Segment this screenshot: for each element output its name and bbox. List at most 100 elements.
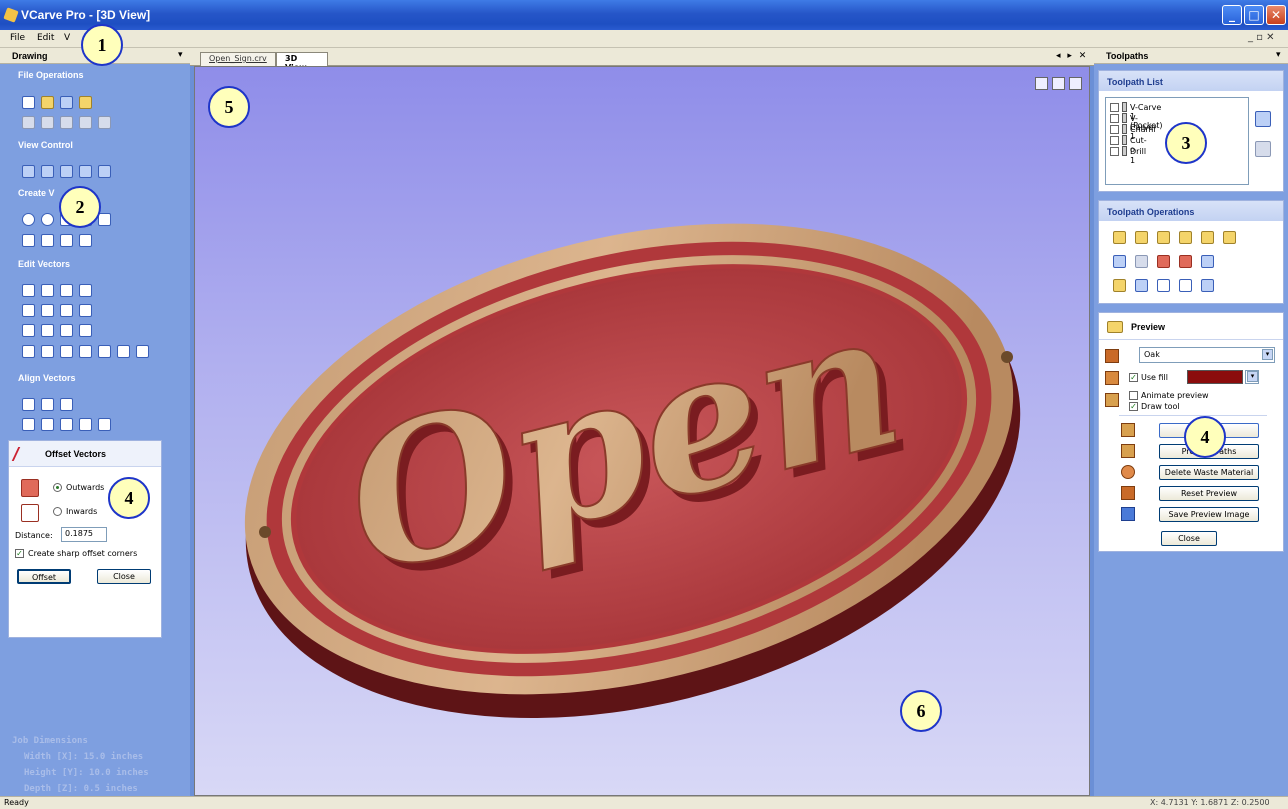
ellipse-icon[interactable] <box>41 213 54 226</box>
transform-icon[interactable] <box>60 284 73 297</box>
curve-icon[interactable] <box>98 213 111 226</box>
zoom-extents-icon[interactable] <box>1035 77 1048 90</box>
align-left-icon[interactable] <box>22 418 35 431</box>
delete-toolpath-icon[interactable] <box>1157 255 1170 268</box>
fillet-icon[interactable] <box>79 345 92 358</box>
job-setup-icon[interactable] <box>1135 279 1148 292</box>
zoom-box-icon[interactable] <box>79 165 92 178</box>
curve-fit-icon[interactable] <box>60 345 73 358</box>
cut-icon[interactable] <box>22 116 35 129</box>
animate-preview-checkbox[interactable] <box>1129 391 1138 400</box>
join-close-icon[interactable] <box>41 345 54 358</box>
weld-icon[interactable] <box>22 324 35 337</box>
draw-tool-checkbox[interactable]: ✓ <box>1129 402 1138 411</box>
nest-icon[interactable] <box>136 345 149 358</box>
pan-icon[interactable] <box>22 165 35 178</box>
new-file-icon[interactable] <box>22 96 35 109</box>
tab-3d-view[interactable]: 3D View <box>276 52 328 72</box>
view-axis-icon[interactable] <box>1069 77 1082 90</box>
tab-controls[interactable]: ◂ ▸ ✕ <box>1056 51 1088 61</box>
move-icon[interactable] <box>60 304 73 317</box>
vcarve-toolpath-icon[interactable] <box>1179 231 1192 244</box>
tab-open-sign[interactable]: Open_Sign.crv <box>200 52 276 66</box>
align-middle-icon[interactable] <box>60 418 73 431</box>
material-select[interactable]: Oak ▾ <box>1139 347 1275 363</box>
save-file-icon[interactable] <box>60 96 73 109</box>
prism-toolpath-icon[interactable] <box>1223 231 1236 244</box>
align-top-icon[interactable] <box>79 418 92 431</box>
circle-icon[interactable] <box>22 213 35 226</box>
delete-waste-button[interactable]: Delete Waste Material <box>1159 465 1259 480</box>
text-on-curve-icon[interactable] <box>60 234 73 247</box>
ungroup-icon[interactable] <box>41 304 54 317</box>
open-file-icon[interactable] <box>41 96 54 109</box>
maximize-button[interactable]: □ <box>1244 5 1264 25</box>
zoom-icon[interactable] <box>41 165 54 178</box>
chevron-down-icon[interactable]: ▾ <box>1247 371 1258 382</box>
align-center-icon[interactable] <box>22 398 35 411</box>
paste-icon[interactable] <box>60 116 73 129</box>
pocket-toolpath-icon[interactable] <box>1135 231 1148 244</box>
save-preview-button[interactable]: Save Preview Image <box>1159 507 1259 522</box>
toolpath-checkbox[interactable] <box>1110 136 1119 145</box>
view-anchor-icon[interactable] <box>1052 77 1065 90</box>
fluting-toolpath-icon[interactable] <box>1201 231 1214 244</box>
toolpath-checkbox[interactable] <box>1110 147 1119 156</box>
toolpath-checkbox[interactable] <box>1110 103 1119 112</box>
toolpath-checkbox[interactable] <box>1110 114 1119 123</box>
move-up-icon[interactable] <box>1255 111 1271 127</box>
move-down-icon[interactable] <box>1255 141 1271 157</box>
import-icon[interactable] <box>79 96 92 109</box>
mdi-window-controls[interactable]: _ ▫ ✕ <box>1248 32 1275 43</box>
select-icon[interactable] <box>22 284 35 297</box>
menu-edit[interactable]: Edit <box>37 33 54 43</box>
align-vertical-icon[interactable] <box>60 398 73 411</box>
align-right-icon[interactable] <box>41 418 54 431</box>
offset-close-button[interactable]: Close <box>97 569 151 584</box>
mirror-icon[interactable] <box>79 304 92 317</box>
preview-close-button[interactable]: Close <box>1161 531 1217 546</box>
distance-input[interactable]: 0.1875 <box>61 527 107 542</box>
text-icon[interactable] <box>22 234 35 247</box>
profile-toolpath-icon[interactable] <box>1113 231 1126 244</box>
menu-file[interactable]: File <box>10 33 25 43</box>
fill-color-dropdown[interactable]: ▾ <box>1245 370 1259 384</box>
recalculate-icon[interactable] <box>1179 255 1192 268</box>
text-frame-icon[interactable] <box>41 234 54 247</box>
subtract-icon[interactable] <box>41 324 54 337</box>
minimize-button[interactable]: _ <box>1222 5 1242 25</box>
toolpath-checkbox[interactable] <box>1110 125 1119 134</box>
use-fill-checkbox[interactable]: ✓ <box>1129 373 1138 382</box>
offset-icon[interactable] <box>98 345 111 358</box>
join-open-icon[interactable] <box>22 345 35 358</box>
node-edit-icon[interactable] <box>41 284 54 297</box>
close-button[interactable]: ✕ <box>1266 5 1286 25</box>
dogbone-icon[interactable] <box>117 345 130 358</box>
undo-icon[interactable] <box>79 116 92 129</box>
save-toolpath-icon[interactable] <box>1201 255 1214 268</box>
pin-icon[interactable]: ▾ <box>1276 50 1281 60</box>
menu-view[interactable]: V <box>64 33 70 43</box>
outwards-radio[interactable] <box>53 483 62 492</box>
summary-icon[interactable] <box>1201 279 1214 292</box>
trim-icon[interactable] <box>79 324 92 337</box>
offset-button[interactable]: Offset <box>17 569 71 584</box>
sharp-corners-checkbox[interactable]: ✓ <box>15 549 24 558</box>
zoom-all-icon[interactable] <box>60 165 73 178</box>
tool-database-icon[interactable] <box>1157 279 1170 292</box>
delete-vectors-icon[interactable] <box>79 284 92 297</box>
3d-view[interactable]: Open Open <box>194 66 1090 796</box>
redo-icon[interactable] <box>98 116 111 129</box>
inwards-radio[interactable] <box>53 507 62 516</box>
drilling-toolpath-icon[interactable] <box>1157 231 1170 244</box>
fill-color-swatch[interactable] <box>1187 370 1243 384</box>
align-bottom-icon[interactable] <box>98 418 111 431</box>
anchor-icon[interactable] <box>1179 279 1192 292</box>
intersect-icon[interactable] <box>60 324 73 337</box>
align-horizontal-icon[interactable] <box>41 398 54 411</box>
toggle-view-icon[interactable] <box>98 165 111 178</box>
pin-icon[interactable]: ▾ <box>178 50 183 60</box>
edit-toolpath-icon[interactable] <box>1113 255 1126 268</box>
auto-layout-text-icon[interactable] <box>79 234 92 247</box>
chevron-down-icon[interactable]: ▾ <box>1262 349 1273 360</box>
